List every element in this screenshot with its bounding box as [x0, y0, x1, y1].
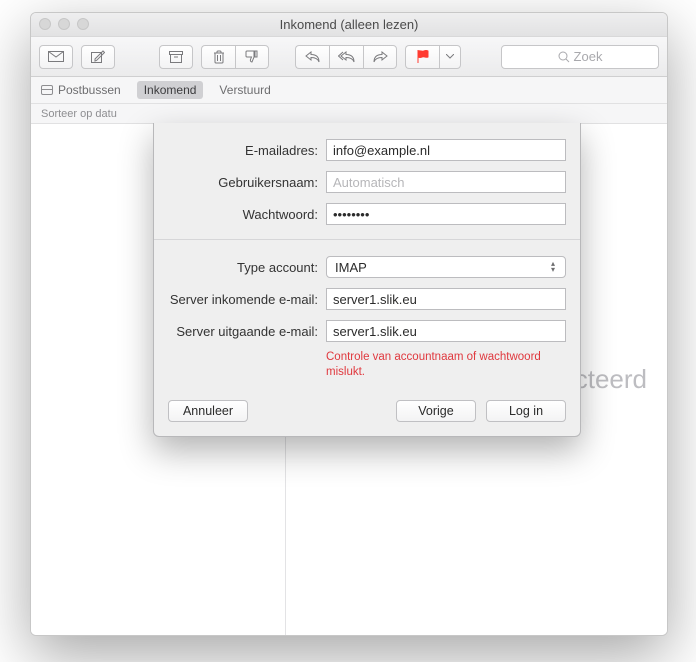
minimize-window-button[interactable] — [58, 18, 70, 30]
reply-button[interactable] — [295, 45, 329, 69]
error-message: Controle van accountnaam of wachtwoord m… — [326, 350, 556, 380]
username-field[interactable] — [326, 171, 566, 193]
flag-group — [405, 45, 461, 69]
incoming-server-field[interactable] — [326, 288, 566, 310]
mail-window: Inkomend (alleen lezen) — [30, 12, 668, 636]
login-button[interactable]: Log in — [486, 400, 566, 422]
favorite-verstuurd[interactable]: Verstuurd — [219, 83, 270, 97]
compose-icon — [91, 50, 105, 63]
favorite-label: Postbussen — [58, 83, 121, 97]
trash-icon — [213, 50, 225, 64]
outgoing-label: Server uitgaande e-mail: — [168, 324, 318, 339]
forward-button[interactable] — [363, 45, 397, 69]
search-field[interactable]: Zoek — [501, 45, 659, 69]
previous-button[interactable]: Vorige — [396, 400, 476, 422]
account-type-label: Type account: — [168, 260, 318, 275]
forward-icon — [373, 51, 388, 63]
flag-menu-button[interactable] — [439, 45, 461, 69]
sort-bar[interactable]: Sorteer op datu — [31, 104, 667, 124]
favorite-inkomend[interactable]: Inkomend — [137, 81, 204, 99]
sheet-footer: Annuleer Vorige Log in — [154, 394, 580, 436]
outgoing-server-field[interactable] — [326, 320, 566, 342]
incoming-label: Server inkomende e-mail: — [168, 292, 318, 307]
email-label: E-mailadres: — [168, 143, 318, 158]
delete-junk-group — [201, 45, 269, 69]
search-placeholder: Zoek — [574, 49, 603, 64]
sort-label: Sorteer op datu — [41, 108, 117, 120]
updown-icon: ▴▾ — [547, 261, 559, 273]
flag-icon — [417, 50, 429, 63]
email-field[interactable] — [326, 139, 566, 161]
titlebar: Inkomend (alleen lezen) — [31, 13, 667, 37]
window-title: Inkomend (alleen lezen) — [280, 17, 419, 32]
zoom-window-button[interactable] — [77, 18, 89, 30]
password-field[interactable] — [326, 203, 566, 225]
account-type-select[interactable]: IMAP ▴▾ — [326, 256, 566, 278]
reply-group — [295, 45, 397, 69]
favorite-postbussen[interactable]: Postbussen — [41, 83, 121, 97]
archive-icon — [169, 51, 183, 63]
mailboxes-icon — [41, 85, 53, 95]
placeholder-text: cteerd — [575, 364, 647, 395]
cancel-button[interactable]: Annuleer — [168, 400, 248, 422]
compose-button[interactable] — [81, 45, 115, 69]
favorites-bar: Postbussen Inkomend Verstuurd — [31, 77, 667, 104]
content-area: cteerd E-mailadres: Gebruikersnaam: Wach… — [31, 124, 667, 635]
account-type-value: IMAP — [335, 260, 367, 275]
reply-all-button[interactable] — [329, 45, 363, 69]
delete-button[interactable] — [201, 45, 235, 69]
username-label: Gebruikersnaam: — [168, 175, 318, 190]
thumbs-down-icon — [245, 50, 259, 63]
archive-button[interactable] — [159, 45, 193, 69]
envelope-icon — [48, 51, 64, 62]
window-controls — [39, 18, 89, 30]
favorite-label: Inkomend — [144, 83, 197, 97]
search-icon — [558, 51, 570, 63]
password-label: Wachtwoord: — [168, 207, 318, 222]
flag-button[interactable] — [405, 45, 439, 69]
junk-button[interactable] — [235, 45, 269, 69]
chevron-down-icon — [446, 54, 454, 59]
favorite-label: Verstuurd — [219, 83, 270, 97]
account-setup-sheet: E-mailadres: Gebruikersnaam: Wachtwoord:… — [153, 123, 581, 437]
toolbar: Zoek — [31, 37, 667, 77]
reply-icon — [305, 51, 320, 63]
get-mail-button[interactable] — [39, 45, 73, 69]
close-window-button[interactable] — [39, 18, 51, 30]
reply-all-icon — [338, 51, 355, 63]
